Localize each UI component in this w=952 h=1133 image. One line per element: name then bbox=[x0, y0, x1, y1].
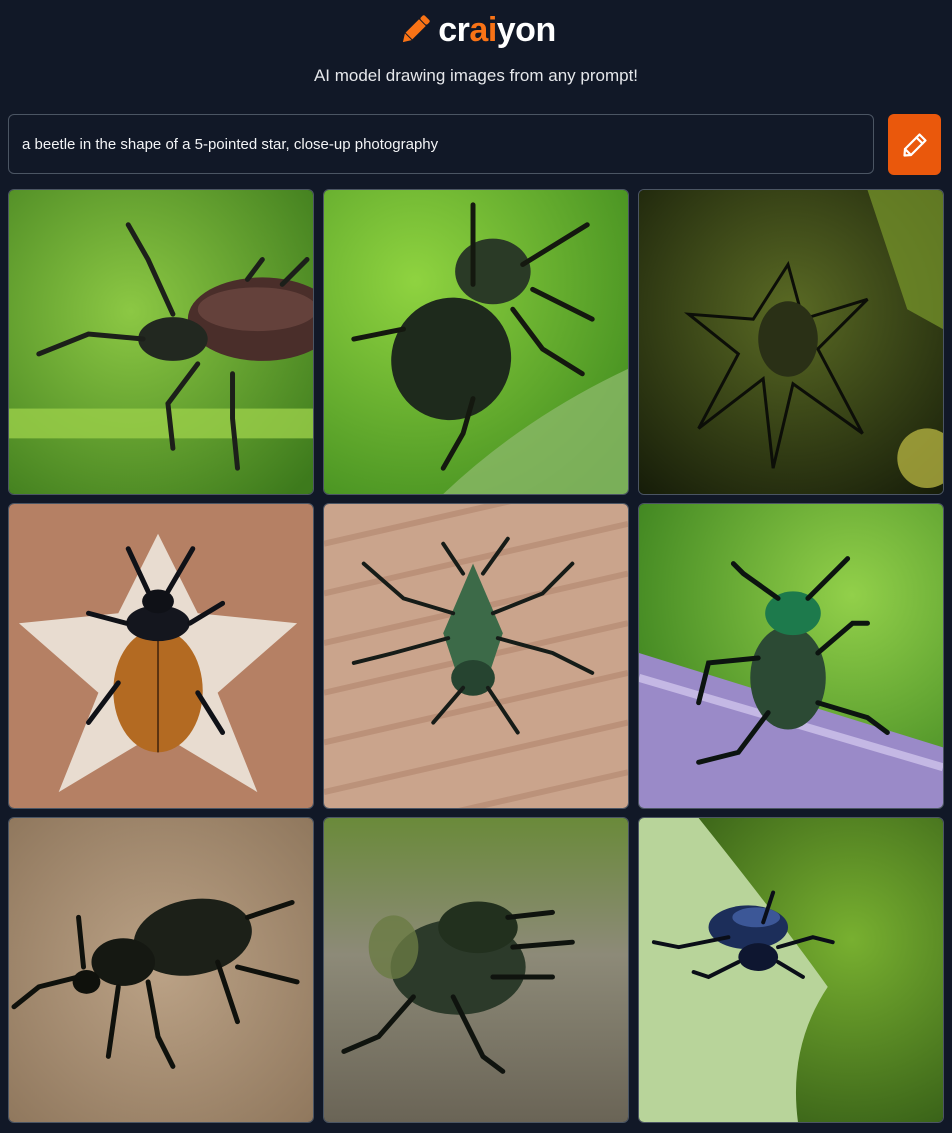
beetle-photo bbox=[9, 504, 313, 808]
logo[interactable]: craiyon bbox=[0, 8, 952, 52]
draw-button[interactable] bbox=[888, 114, 941, 175]
pencil-icon bbox=[902, 132, 927, 157]
beetle-photo bbox=[324, 818, 628, 1122]
brand-name-part: yon bbox=[496, 11, 556, 49]
brand-name-part: cr bbox=[438, 11, 470, 49]
beetle-photo bbox=[639, 190, 943, 494]
result-image[interactable] bbox=[8, 503, 314, 809]
tagline: AI model drawing images from any prompt! bbox=[313, 66, 639, 85]
result-image[interactable] bbox=[8, 817, 314, 1123]
image-grid bbox=[8, 189, 944, 1123]
beetle-photo bbox=[9, 818, 313, 1122]
beetle-photo bbox=[9, 190, 313, 494]
result-image[interactable] bbox=[323, 503, 629, 809]
brand-name: craiyon bbox=[438, 11, 556, 49]
result-image[interactable] bbox=[638, 189, 944, 495]
prompt-input[interactable] bbox=[8, 114, 874, 174]
result-image[interactable] bbox=[323, 817, 629, 1123]
result-image[interactable] bbox=[638, 503, 944, 809]
beetle-photo bbox=[324, 190, 628, 494]
beetle-photo bbox=[324, 504, 628, 808]
result-image[interactable] bbox=[8, 189, 314, 495]
beetle-photo bbox=[639, 818, 943, 1122]
pencil-icon bbox=[403, 15, 430, 43]
result-image[interactable] bbox=[638, 817, 944, 1123]
brand-name-accent: ai bbox=[469, 11, 497, 49]
result-image[interactable] bbox=[323, 189, 629, 495]
beetle-photo bbox=[639, 504, 943, 808]
craiyon-page: craiyon AI model drawing images from any… bbox=[0, 0, 952, 1133]
